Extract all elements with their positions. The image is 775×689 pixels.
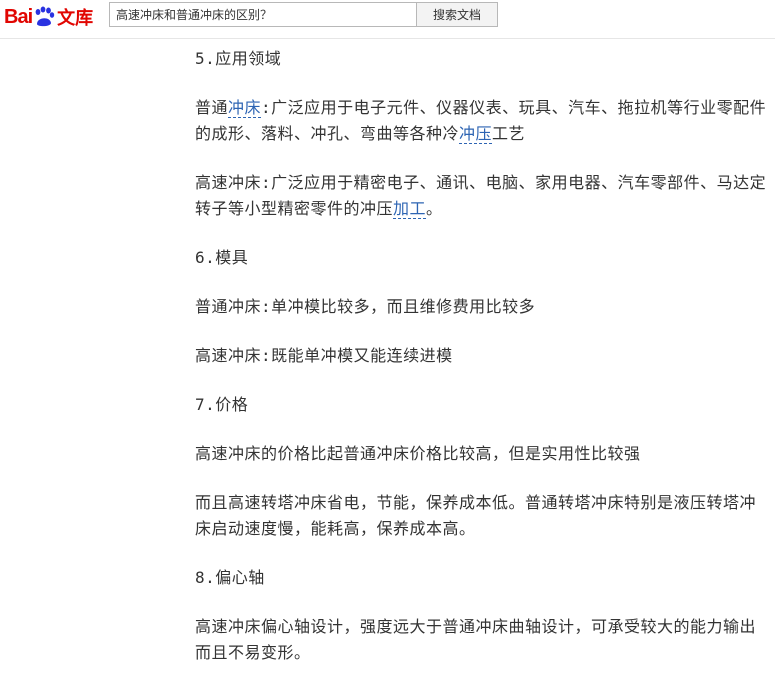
keyword-link[interactable]: 冲床 bbox=[228, 98, 262, 118]
baidu-wenku-logo[interactable]: Bai 文库 bbox=[4, 4, 104, 30]
paragraph: 普通冲床:单冲模比较多，而且维修费用比较多 bbox=[195, 297, 536, 316]
top-bar: Bai 文库 搜索文档 bbox=[0, 0, 775, 39]
paragraph: 而且高速转塔冲床省电，节能，保养成本低。普通转塔冲床特别是液压转塔冲床启动速度慢… bbox=[195, 493, 757, 538]
text-run: 普通 bbox=[195, 98, 229, 117]
paragraph: 高速冲床:广泛应用于精密电子、通讯、电脑、家用电器、汽车零部件、马达定转子等小型… bbox=[195, 170, 770, 222]
document-content: 5.应用领域 普通冲床:广泛应用于电子元件、仪器仪表、玩具、汽车、拖拉机等行业零… bbox=[195, 46, 770, 689]
text-run: 高速冲床:广泛应用于精密电子、通讯、电脑、家用电器、汽车零部件、马达定转子等小型… bbox=[195, 173, 767, 218]
section-heading: 6.模具 bbox=[195, 248, 249, 267]
text-run: 。 bbox=[426, 199, 443, 218]
keyword-link[interactable]: 加工 bbox=[393, 199, 427, 219]
logo-wenku-text: 文库 bbox=[57, 8, 94, 29]
search-input[interactable] bbox=[109, 2, 416, 27]
paragraph: 高速冲床:既能单冲模又能连续进模 bbox=[195, 346, 453, 365]
paragraph: 高速冲床偏心轴设计，强度远大于普通冲床曲轴设计，可承受较大的能力输出而且不易变形… bbox=[195, 617, 757, 662]
paw-icon bbox=[33, 6, 55, 28]
search-documents-button[interactable]: 搜索文档 bbox=[416, 2, 498, 27]
paragraph: 普通冲床:广泛应用于电子元件、仪器仪表、玩具、汽车、拖拉机等行业零配件的成形、落… bbox=[195, 95, 770, 147]
section-heading: 7.价格 bbox=[195, 395, 249, 414]
keyword-link[interactable]: 冲压 bbox=[459, 124, 493, 144]
text-run: 工艺 bbox=[492, 124, 526, 143]
paragraph: 高速冲床的价格比起普通冲床价格比较高，但是实用性比较强 bbox=[195, 444, 641, 463]
logo-bai-text: Bai bbox=[4, 5, 33, 28]
section-heading: 8.偏心轴 bbox=[195, 568, 265, 587]
section-heading: 5.应用领域 bbox=[195, 49, 282, 68]
